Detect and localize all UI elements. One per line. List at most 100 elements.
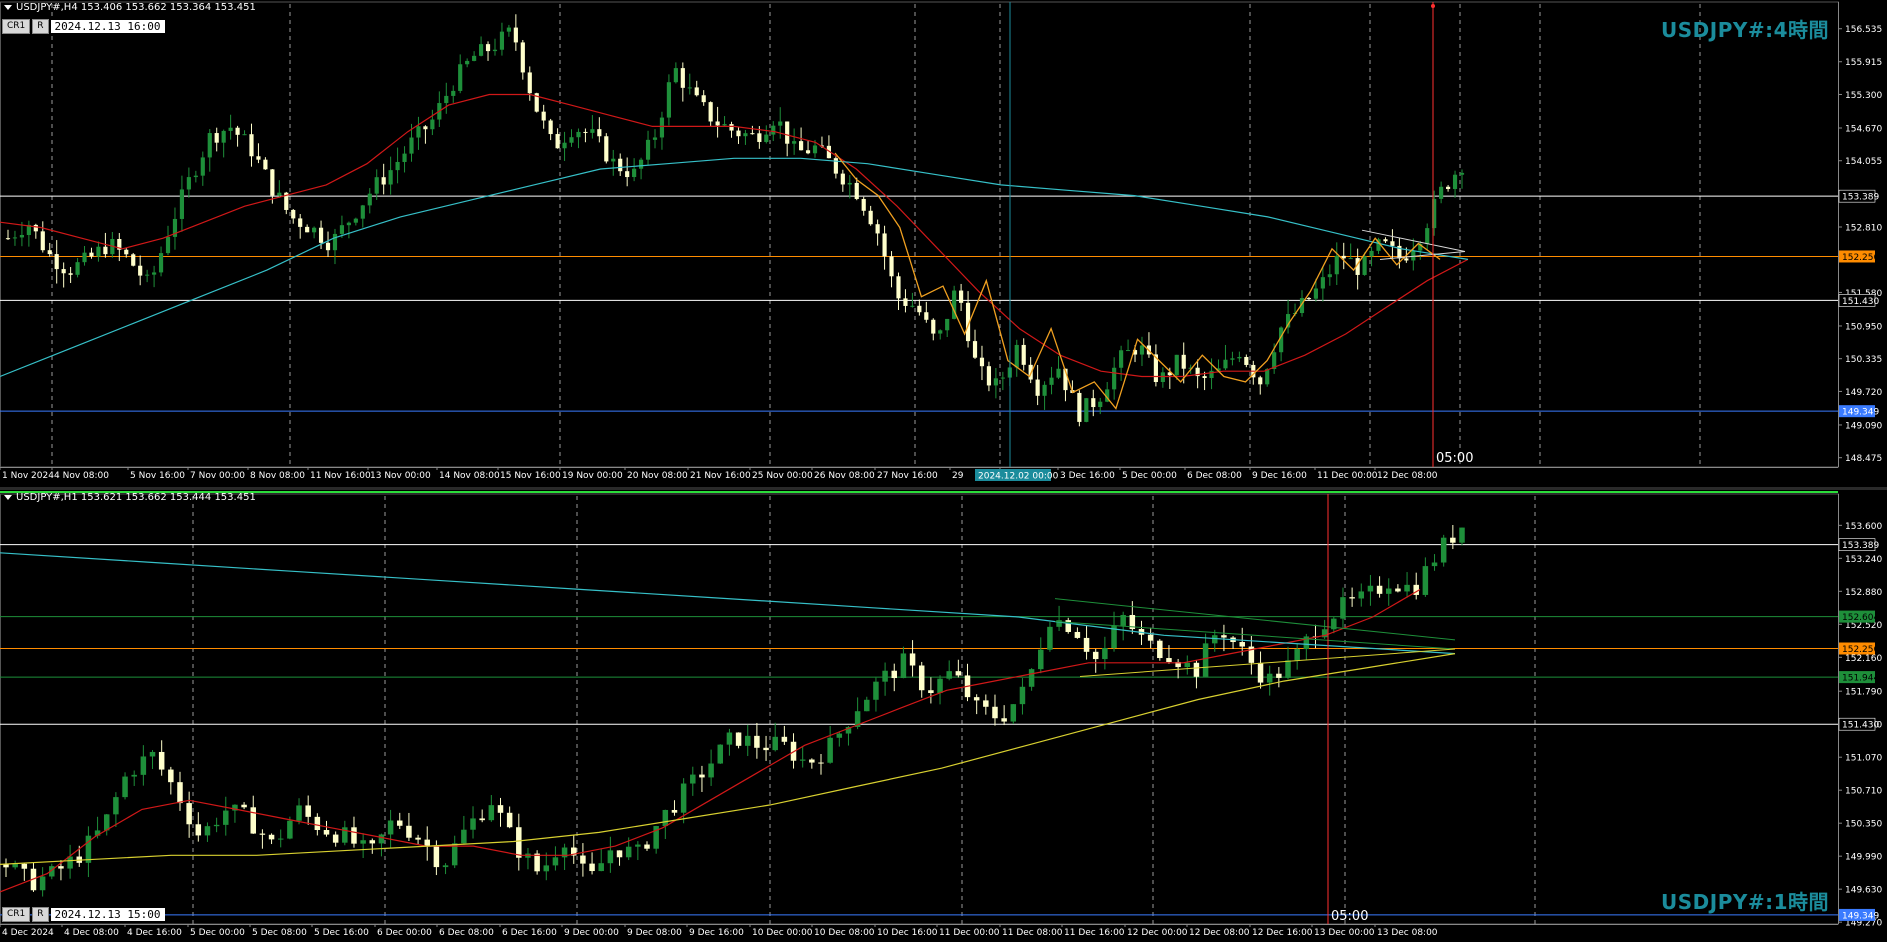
level-label-green-lower: 151.944 bbox=[1842, 674, 1879, 684]
time-tick-label: 25 Nov 00:00 bbox=[752, 471, 813, 481]
candle-body bbox=[444, 95, 449, 104]
candle bbox=[671, 800, 678, 816]
candle bbox=[3, 858, 9, 877]
candle-body bbox=[470, 818, 476, 830]
candle-body bbox=[928, 690, 934, 694]
h4-chart-canvas[interactable]: 156.535 155.915 155.300 154.670 154.055 152.8… bbox=[0, 0, 1887, 487]
candle bbox=[1084, 397, 1089, 423]
candle-body bbox=[889, 256, 894, 277]
candle-body bbox=[113, 797, 119, 815]
candle-body bbox=[979, 357, 985, 367]
candle bbox=[200, 151, 205, 186]
candle-body bbox=[868, 210, 873, 225]
candle bbox=[1035, 364, 1040, 406]
current-bar-marker bbox=[1431, 4, 1435, 8]
candle-body bbox=[1160, 372, 1165, 383]
candle-body bbox=[699, 774, 705, 778]
candle bbox=[781, 725, 788, 745]
candle bbox=[1065, 617, 1071, 634]
level-label-pivot: 152.256 bbox=[1842, 253, 1879, 263]
candle-body bbox=[1452, 174, 1458, 189]
candle bbox=[750, 125, 755, 135]
candle-body bbox=[381, 177, 386, 185]
candle bbox=[955, 659, 962, 678]
h4-chart-title: USDJPY#:4時間 bbox=[1661, 18, 1829, 42]
candle-body bbox=[1077, 392, 1082, 422]
candle-body bbox=[96, 246, 101, 257]
candle bbox=[694, 80, 699, 97]
time-tick-label: 4 Dec 08:00 bbox=[64, 928, 119, 938]
candle bbox=[946, 660, 952, 681]
h4-r-button[interactable]: R bbox=[32, 19, 49, 34]
collapse-triangle-icon[interactable] bbox=[4, 4, 12, 10]
candle bbox=[964, 663, 971, 702]
candle bbox=[12, 230, 18, 246]
candle bbox=[772, 722, 778, 752]
candle-body bbox=[983, 700, 989, 707]
candle bbox=[979, 345, 985, 381]
candle-body bbox=[1120, 614, 1126, 626]
candle-body bbox=[19, 235, 25, 238]
candle bbox=[1202, 371, 1207, 391]
candle bbox=[1413, 572, 1419, 600]
level-label-green-upper: 152.604 bbox=[1842, 613, 1879, 623]
candle bbox=[931, 318, 936, 341]
level-label-support-2: 149.349 bbox=[1842, 408, 1879, 418]
candle-body bbox=[520, 42, 525, 73]
h1-chart-pane[interactable]: 153.600 153.240 152.880 152.520 152.160 151.7… bbox=[0, 490, 1887, 942]
h4-date-field[interactable]: 2024.12.13 16:00 bbox=[50, 20, 165, 33]
candle-body bbox=[1367, 585, 1374, 592]
h1-date-field[interactable]: 2024.12.13 15:00 bbox=[50, 908, 165, 921]
candle bbox=[149, 750, 156, 770]
candle-body bbox=[836, 733, 843, 738]
candle bbox=[868, 205, 873, 226]
candle-body bbox=[754, 735, 760, 748]
h1-chart-canvas[interactable]: 153.600153.240152.880152.520152.160151.7… bbox=[0, 490, 1887, 942]
candle bbox=[809, 758, 815, 769]
collapse-triangle-icon[interactable] bbox=[4, 494, 12, 500]
candle-body bbox=[402, 153, 407, 162]
candle-body bbox=[917, 305, 922, 313]
candle bbox=[1452, 170, 1458, 198]
candle bbox=[395, 147, 400, 184]
zigzag-line bbox=[834, 152, 1441, 410]
h1-r-button[interactable]: R bbox=[32, 907, 49, 922]
candle bbox=[534, 850, 540, 875]
candle bbox=[68, 267, 73, 284]
candle-body bbox=[131, 774, 137, 777]
candle-body bbox=[40, 231, 45, 251]
candle bbox=[666, 74, 671, 126]
candle bbox=[965, 291, 971, 348]
candle-body bbox=[287, 820, 293, 839]
candle-body bbox=[1358, 591, 1365, 599]
candle bbox=[543, 852, 550, 881]
candle-body bbox=[527, 72, 532, 94]
candle bbox=[743, 129, 748, 145]
candle bbox=[983, 694, 989, 715]
candle-body bbox=[1369, 250, 1374, 257]
candle bbox=[1459, 527, 1465, 546]
candle-body bbox=[360, 840, 366, 844]
candle-body bbox=[451, 90, 456, 96]
h4-chart-pane[interactable]: 156.535 155.915 155.300 154.670 154.055 152.8… bbox=[0, 0, 1887, 487]
candle bbox=[1355, 248, 1360, 290]
time-tick-label: 21 Nov 16:00 bbox=[690, 471, 751, 481]
candle bbox=[67, 844, 73, 879]
candle-body bbox=[369, 840, 376, 844]
candle-body bbox=[415, 837, 421, 840]
candle bbox=[177, 771, 183, 811]
h4-cr1-button[interactable]: CR1 bbox=[2, 19, 31, 34]
time-tick-label: 26 Nov 08:00 bbox=[814, 471, 875, 481]
candle-body bbox=[589, 863, 595, 872]
candle bbox=[353, 217, 358, 226]
h1-toolbar: CR1 R 2024.12.13 15:00 bbox=[2, 907, 165, 922]
candle-body bbox=[1266, 673, 1273, 683]
candle-body bbox=[499, 31, 505, 50]
candle bbox=[499, 22, 505, 56]
h1-cr1-button[interactable]: CR1 bbox=[2, 907, 31, 922]
h4-bar-countdown: 05:00 bbox=[1436, 451, 1473, 466]
candle bbox=[506, 24, 511, 37]
candle bbox=[726, 728, 733, 756]
candle bbox=[690, 766, 696, 796]
candle bbox=[26, 220, 31, 247]
